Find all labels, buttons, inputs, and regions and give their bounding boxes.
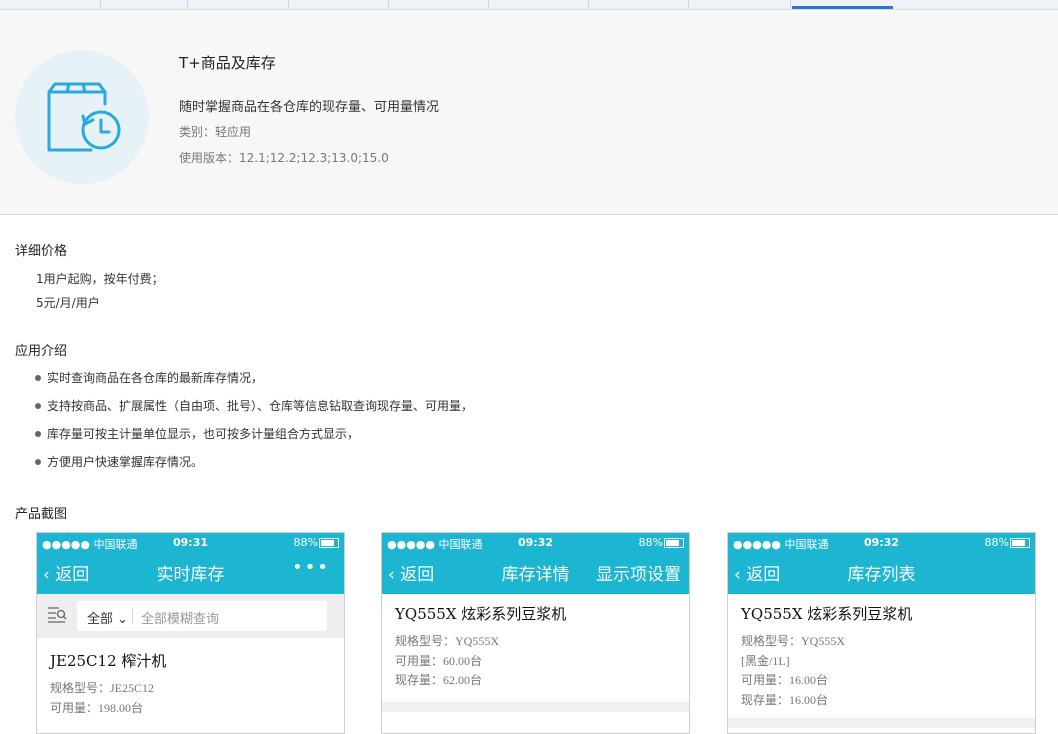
tab-8[interactable] xyxy=(688,0,791,8)
list-item: JE25C12 榨汁机 规格型号：JE25C12 可用量：198.00台 xyxy=(37,638,344,726)
battery-text: 88% xyxy=(638,536,663,549)
section-divider xyxy=(382,701,689,712)
battery-text: 88% xyxy=(293,536,318,549)
phone-topbar: ●●●●● 中国联通 09:31 88% ‹ 返回 实时库存 ••• xyxy=(37,533,344,594)
app-category: 类别：轻应用 xyxy=(179,125,252,139)
intro-item: 支持按商品、扩展属性（自由项、批号）、仓库等信息钻取查询现存量、可用量， xyxy=(35,397,473,425)
item-variant: [黑金/1L] xyxy=(741,653,790,668)
battery-icon xyxy=(319,538,339,548)
intro-list: 实时查询商品在各仓库的最新库存情况， 支持按商品、扩展属性（自由项、批号）、仓库… xyxy=(35,369,473,481)
item-spec: 规格型号：YQ555X xyxy=(395,634,499,648)
intro-item: 实时查询商品在各仓库的最新库存情况， xyxy=(35,369,473,397)
tab-5[interactable] xyxy=(388,0,489,8)
app-header: T+商品及库存 随时掌握商品在各仓库的现存量、可用量情况 类别：轻应用 使用版本… xyxy=(0,10,1058,215)
section-divider xyxy=(728,718,1035,728)
screenshot-stock-list[interactable]: ●●●●● 中国联通 09:32 88% ‹ 返回 库存列表 YQ555X 炫彩… xyxy=(727,532,1036,734)
item-spec: 规格型号：YQ555X xyxy=(741,634,845,648)
search-placeholder: 全部模糊查询 xyxy=(141,612,220,627)
inventory-box-icon xyxy=(47,82,121,152)
battery-icon xyxy=(664,538,684,548)
bullet-icon xyxy=(35,431,41,437)
intro-item-text: 支持按商品、扩展属性（自由项、批号）、仓库等信息钻取查询现存量、可用量， xyxy=(47,399,474,413)
intro-item-text: 实时查询商品在各仓库的最新库存情况， xyxy=(47,371,264,385)
phone-topbar: ●●●●● 中国联通 09:32 88% ‹ 返回 库存详情 显示项设置 xyxy=(382,533,689,594)
tab-6[interactable] xyxy=(488,0,589,8)
top-tab-bar xyxy=(0,0,1058,10)
filter-separator xyxy=(132,608,133,624)
item-available: 可用量：16.00台 xyxy=(741,673,829,687)
screenshot-stock-detail[interactable]: ●●●●● 中国联通 09:32 88% ‹ 返回 库存详情 显示项设置 YQ5… xyxy=(381,532,690,734)
filter-box: 全部 ⌄ 全部模糊查询 xyxy=(77,601,327,631)
nav-title: 库存列表 xyxy=(847,565,916,585)
item-on-hand: 现存量：62.00台 xyxy=(395,673,483,687)
intro-item-text: 方便用户快速掌握库存情况。 xyxy=(47,455,204,469)
filter-dropdown: 全部 ⌄ xyxy=(87,612,129,627)
battery-icon xyxy=(1010,538,1030,548)
item-name: JE25C12 榨汁机 xyxy=(50,652,167,670)
tab-4[interactable] xyxy=(288,0,389,8)
filter-dropdown-label: 全部 xyxy=(87,612,114,627)
item-name: YQ555X 炫彩系列豆浆机 xyxy=(395,605,567,623)
screenshots-title: 产品截图 xyxy=(15,507,68,522)
phone-navbar: ‹ 返回 实时库存 ••• xyxy=(37,557,344,587)
app-description: 随时掌握商品在各仓库的现存量、可用量情况 xyxy=(179,100,440,115)
item-spec: 规格型号：JE25C12 xyxy=(50,681,155,695)
item-available: 可用量：198.00台 xyxy=(50,700,144,715)
tab-3[interactable] xyxy=(188,0,289,8)
tab-7[interactable] xyxy=(588,0,689,8)
tab-1[interactable] xyxy=(0,0,101,8)
phone-topbar: ●●●●● 中国联通 09:32 88% ‹ 返回 库存列表 xyxy=(728,533,1035,594)
status-bar: ●●●●● 中国联通 09:32 88% xyxy=(728,534,1035,552)
detail-block: YQ555X 炫彩系列豆浆机 规格型号：YQ555X 可用量：60.00台 现存… xyxy=(382,594,689,699)
list-search-icon xyxy=(48,607,67,623)
bullet-icon xyxy=(35,403,41,409)
search-bar: 全部 ⌄ 全部模糊查询 xyxy=(37,594,344,638)
phone-navbar: ‹ 返回 库存详情 显示项设置 xyxy=(382,557,689,587)
app-title: T+商品及库存 xyxy=(179,54,276,72)
bullet-icon xyxy=(35,375,41,381)
price-title: 详细价格 xyxy=(15,244,68,259)
bullet-icon xyxy=(35,459,41,465)
intro-item: 方便用户快速掌握库存情况。 xyxy=(35,453,473,481)
app-version: 使用版本：12.1;12.2;12.3;13.0;15.0 xyxy=(179,151,389,165)
app-logo xyxy=(15,50,149,184)
status-bar: ●●●●● 中国联通 09:32 88% xyxy=(382,534,689,552)
tab-active-indicator xyxy=(792,6,893,9)
phone-navbar: ‹ 返回 库存列表 xyxy=(728,557,1035,587)
list-item: YQ555X 炫彩系列豆浆机 规格型号：YQ555X [黑金/1L] 可用量：1… xyxy=(728,594,1035,718)
status-bar: ●●●●● 中国联通 09:31 88% xyxy=(37,534,344,552)
tab-2[interactable] xyxy=(100,0,188,8)
display-settings-link: 显示项设置 xyxy=(596,565,681,585)
intro-title: 应用介绍 xyxy=(15,344,68,359)
intro-item-text: 库存量可按主计量单位显示，也可按多计量组合方式显示， xyxy=(47,427,360,441)
item-name: YQ555X 炫彩系列豆浆机 xyxy=(741,605,913,623)
price-line-2: 5元/月/用户 xyxy=(36,296,100,310)
battery-text: 88% xyxy=(984,536,1009,549)
item-on-hand: 现存量：16.00台 xyxy=(741,692,829,707)
screenshot-realtime-stock[interactable]: ●●●●● 中国联通 09:31 88% ‹ 返回 实时库存 ••• 全部 ⌄ … xyxy=(36,532,345,734)
item-available: 可用量：60.00台 xyxy=(395,653,483,668)
more-icon: ••• xyxy=(292,557,330,578)
intro-item: 库存量可按主计量单位显示，也可按多计量组合方式显示， xyxy=(35,425,473,453)
price-line-1: 1用户起购，按年付费； xyxy=(36,272,164,286)
